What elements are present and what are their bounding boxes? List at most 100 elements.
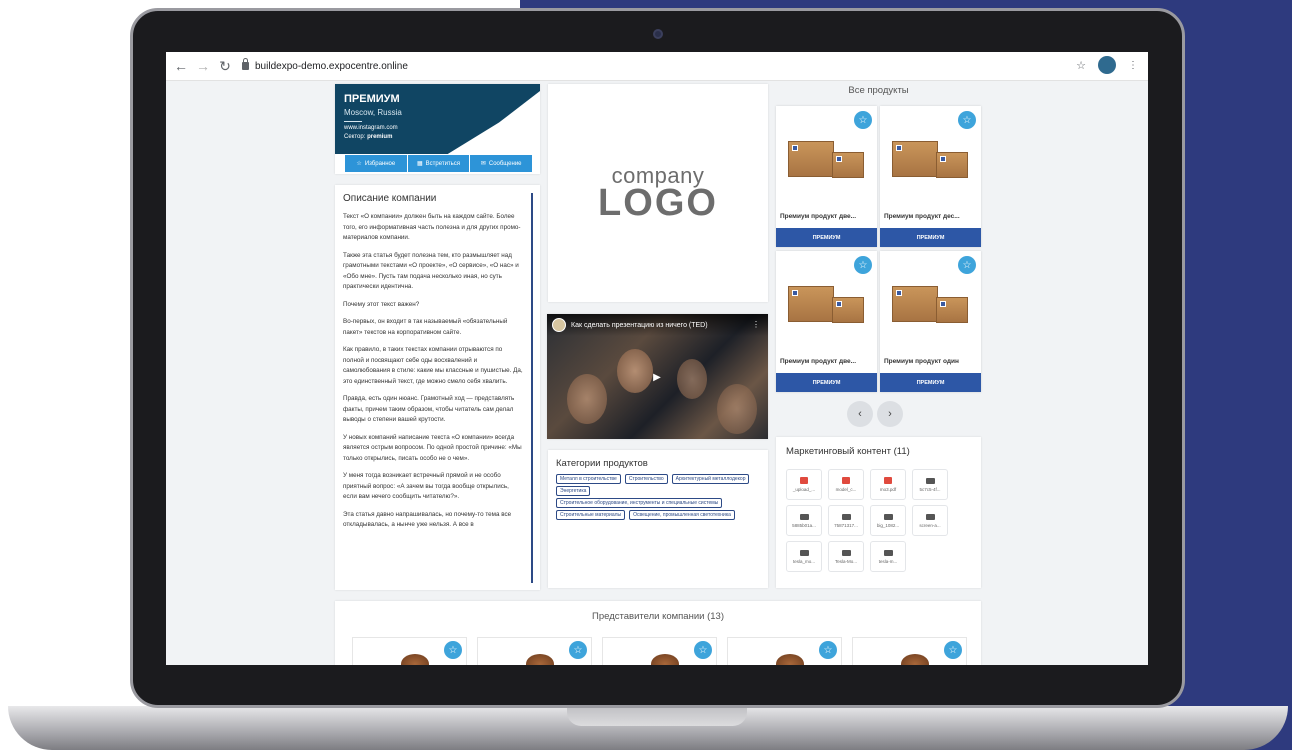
representatives-heading: Представители компании (13) [592,611,724,622]
representative-card[interactable]: ☆ [852,637,967,665]
image-icon [799,513,809,520]
divider [344,121,362,122]
description-paragraph: Текст «О компании» должен быть на каждом… [343,213,521,241]
file-tile[interactable]: tesla_mo... [786,541,822,572]
favorite-star-icon[interactable]: ☆ [569,641,587,659]
marketing-card: Маркетинговый контент (11) _upload_... m… [776,437,981,588]
video-menu-icon[interactable]: ⋮ [752,320,760,329]
avatar [651,654,679,665]
premium-badge: ПРЕМИУМ [880,373,981,392]
representative-card[interactable]: ☆ [727,637,842,665]
favorite-star-icon[interactable]: ☆ [944,641,962,659]
reload-icon[interactable]: ↻ [214,55,236,77]
description-paragraph: Также эта статья будет полезна тем, кто … [343,251,519,291]
premium-badge: ПРЕМИУМ [880,228,981,247]
category-tag[interactable]: Освещение, промышленная светотехника [629,510,735,520]
favorite-star-icon[interactable]: ☆ [694,641,712,659]
image-icon [799,549,809,556]
representative-card[interactable]: ☆ [477,637,592,665]
company-logo: company LOGO [548,84,768,302]
video-title[interactable]: Как сделать презентацию из ничего (TED) [571,322,708,329]
representative-card[interactable]: ☆ [602,637,717,665]
product-card[interactable]: ☆ Премиум продукт один ПРЕМИУМ [880,251,981,392]
scrollbar[interactable] [531,193,533,583]
logo-line-2: LOGO [598,182,718,224]
file-tile[interactable]: Tesla-Mo... [828,541,864,572]
pdf-icon [800,477,808,484]
representatives-card: Представители компании (13) ☆ ☆ ☆ ☆ ☆ [335,601,981,665]
category-tag[interactable]: Энергетика [556,486,591,496]
file-tile[interactable]: 75871317... [828,505,864,536]
back-arrow-icon[interactable]: ← [170,55,192,77]
chevron-right-icon[interactable]: › [877,401,903,427]
browser-menu-icon[interactable]: ⋮ [1128,60,1138,71]
file-tile[interactable]: 5c7c5-4f... [912,469,948,500]
category-tag[interactable]: Строительные материалы [556,510,626,520]
header-actions: ☆ Избранное ▦ Встретиться ✉ Сообщение [345,155,533,172]
bookmark-star-icon[interactable]: ☆ [1076,59,1086,72]
address-bar[interactable]: buildexpo-demo.expocentre.online [242,58,408,72]
laptop-screen: ← → ↻ buildexpo-demo.expocentre.online ☆… [166,52,1148,665]
favorite-star-icon[interactable]: ☆ [958,256,976,274]
meet-button[interactable]: ▦ Встретиться [407,155,471,172]
favorite-star-icon[interactable]: ☆ [819,641,837,659]
image-icon [925,513,935,520]
company-website[interactable]: www.instagram.com [344,125,398,131]
description-card: Описание компании Текст «О компании» дол… [335,185,540,590]
product-name: Премиум продукт две... [780,358,857,365]
favorite-star-icon[interactable]: ☆ [958,111,976,129]
message-button[interactable]: ✉ Сообщение [470,155,533,172]
favorite-star-icon[interactable]: ☆ [854,256,872,274]
webcam-icon [653,29,663,39]
pdf-icon [884,477,892,484]
category-tag[interactable]: Архитектурный металлодекор [671,474,750,484]
image-icon [841,513,851,520]
browser-toolbar: ← → ↻ buildexpo-demo.expocentre.online ☆… [166,52,1148,81]
envelope-icon: ✉ [480,161,486,167]
image-icon [925,477,935,484]
file-tile[interactable]: screen-a... [912,505,948,536]
file-tile[interactable]: tesla-m... [870,541,906,572]
lock-icon [242,58,249,70]
play-icon[interactable]: ▶ [647,370,667,384]
calendar-icon: ▦ [416,161,423,167]
image-icon [841,549,851,556]
product-card[interactable]: ☆ Премиум продукт дес... ПРЕМИУМ [880,106,981,247]
profile-avatar[interactable] [1098,56,1116,74]
laptop-notch [567,706,747,726]
category-tag[interactable]: Строительство [624,474,668,484]
star-icon: ☆ [356,161,362,167]
representative-card[interactable]: ☆ [352,637,467,665]
category-tag[interactable]: Строительное оборудование, инструменты и… [556,498,723,508]
channel-avatar[interactable] [552,318,566,332]
avatar [901,654,929,665]
video-player[interactable]: Как сделать презентацию из ничего (TED) … [547,314,768,439]
categories-card: Категории продуктов Металл в строительст… [548,450,768,588]
marketing-heading: Маркетинговый контент (11) [786,446,910,457]
favorite-star-icon[interactable]: ☆ [444,641,462,659]
image-icon [883,513,893,520]
favorite-button[interactable]: ☆ Избранное [345,155,408,172]
description-paragraph: Правда, есть один нюанс. Грамотный ход —… [343,395,515,423]
products-heading: Все продукты [848,85,909,96]
carousel-controls: ‹ › [847,401,903,427]
file-tile[interactable]: model_c... [828,469,864,500]
scene: ← → ↻ buildexpo-demo.expocentre.online ☆… [0,0,1292,750]
avatar [401,654,429,665]
company-header-card: ПРЕМИУМ Moscow, Russia www.instagram.com… [335,84,540,174]
file-tile[interactable]: mo3.pdf [870,469,906,500]
company-sector: Сектор: premium [344,134,393,140]
file-tile[interactable]: big_1082... [870,505,906,536]
forward-arrow-icon[interactable]: → [192,55,214,77]
favorite-star-icon[interactable]: ☆ [854,111,872,129]
categories-heading: Категории продуктов [556,458,648,469]
description-paragraph: Почему этот текст важен? [343,300,420,308]
file-tile[interactable]: _upload_... [786,469,822,500]
category-tags: Металл в строительстве Строительство Арх… [556,474,760,520]
category-tag[interactable]: Металл в строительстве [556,474,621,484]
product-card[interactable]: ☆ Премиум продукт две... ПРЕМИУМ [776,251,877,392]
product-card[interactable]: ☆ Премиум продукт две... ПРЕМИУМ [776,106,877,247]
product-name: Премиум продукт один [884,358,959,365]
file-tile[interactable]: 5885b01a... [786,505,822,536]
chevron-left-icon[interactable]: ‹ [847,401,873,427]
